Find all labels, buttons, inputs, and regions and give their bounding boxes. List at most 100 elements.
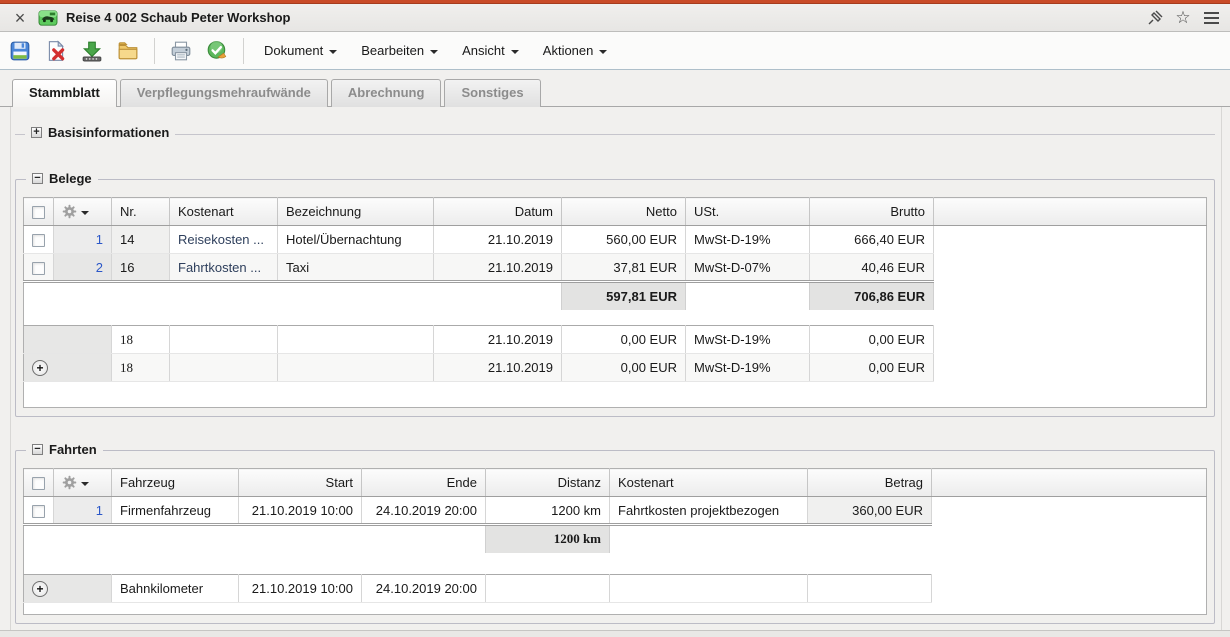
col-header-fahrzeug[interactable]: Fahrzeug <box>112 469 239 497</box>
menu-bearbeiten[interactable]: Bearbeiten <box>353 39 446 62</box>
validate-icon[interactable] <box>203 37 231 65</box>
new-entry-row: + Bahnkilometer 21.10.2019 10:00 24.10.2… <box>24 575 1207 603</box>
bottom-bar <box>0 630 1230 637</box>
menu-icon[interactable] <box>1202 9 1220 27</box>
new-entry-row: + 18 21.10.2019 0,00 EUR MwSt-D-19% 0,00… <box>24 354 1207 382</box>
cell-nr[interactable]: 18 <box>112 354 170 382</box>
col-header-ende[interactable]: Ende <box>362 469 486 497</box>
cell-kostenart[interactable]: Reisekosten ... <box>170 226 278 254</box>
cell-ende[interactable]: 24.10.2019 20:00 <box>362 575 486 603</box>
cell-kostenart[interactable]: Fahrtkosten projektbezogen <box>610 497 808 525</box>
cell-start[interactable]: 21.10.2019 10:00 <box>239 497 362 525</box>
folder-icon[interactable] <box>114 37 142 65</box>
belege-sum-row: 597,81 EUR 706,86 EUR <box>24 282 1207 310</box>
cell-brutto[interactable]: 0,00 EUR <box>810 326 934 354</box>
collapse-icon[interactable]: − <box>32 173 43 184</box>
tab-verpflegungsmehraufwaende[interactable]: Verpflegungsmehraufwände <box>120 79 328 107</box>
tab-bar: Stammblatt Verpflegungsmehraufwände Abre… <box>0 70 1230 107</box>
cell-brutto[interactable]: 40,46 EUR <box>810 254 934 282</box>
col-header-kostenart[interactable]: Kostenart <box>610 469 808 497</box>
tab-stammblatt[interactable]: Stammblatt <box>12 79 117 107</box>
cell-nr[interactable]: 18 <box>112 326 170 354</box>
row-number[interactable]: 2 <box>54 254 112 282</box>
row-number[interactable]: 1 <box>54 226 112 254</box>
fahrten-sum-row: 1200 km <box>24 525 1207 553</box>
panel-edge <box>10 107 11 630</box>
cell-betrag: 360,00 EUR <box>808 497 932 525</box>
save-icon[interactable] <box>6 37 34 65</box>
cell-netto[interactable]: 37,81 EUR <box>562 254 686 282</box>
expand-icon[interactable]: + <box>31 127 42 138</box>
cell-ende[interactable]: 24.10.2019 20:00 <box>362 497 486 525</box>
cell-bezeichnung[interactable]: Hotel/Übernachtung <box>278 226 434 254</box>
close-icon[interactable]: × <box>10 8 30 28</box>
import-icon[interactable] <box>78 37 106 65</box>
col-header-datum[interactable]: Datum <box>434 198 562 226</box>
cell-kostenart[interactable] <box>610 575 808 603</box>
content-area: + Basisinformationen − Belege <box>0 107 1230 637</box>
cell-kostenart[interactable] <box>170 326 278 354</box>
cell-ust[interactable]: MwSt-D-07% <box>686 254 810 282</box>
print-icon[interactable] <box>167 37 195 65</box>
star-icon[interactable]: ☆ <box>1174 9 1192 27</box>
cell-distanz[interactable] <box>486 575 610 603</box>
pin-icon[interactable] <box>1146 9 1164 27</box>
sum-netto: 597,81 EUR <box>562 282 686 310</box>
menu-dokument[interactable]: Dokument <box>256 39 345 62</box>
gear-icon[interactable] <box>62 204 103 219</box>
menu-aktionen[interactable]: Aktionen <box>535 39 616 62</box>
chevron-down-icon <box>599 50 607 54</box>
cell-datum[interactable]: 21.10.2019 <box>434 254 562 282</box>
cell-brutto[interactable]: 666,40 EUR <box>810 226 934 254</box>
col-header-betrag[interactable]: Betrag <box>808 469 932 497</box>
col-header-ust[interactable]: USt. <box>686 198 810 226</box>
col-header-netto[interactable]: Netto <box>562 198 686 226</box>
cell-datum[interactable]: 21.10.2019 <box>434 226 562 254</box>
cell-brutto[interactable]: 0,00 EUR <box>810 354 934 382</box>
cell-bezeichnung[interactable]: Taxi <box>278 254 434 282</box>
cell-datum[interactable]: 21.10.2019 <box>434 354 562 382</box>
cell-netto[interactable]: 560,00 EUR <box>562 226 686 254</box>
cell-datum[interactable]: 21.10.2019 <box>434 326 562 354</box>
row-checkbox[interactable] <box>32 262 45 275</box>
application-window: × Reise 4 002 Schaub Peter Workshop ☆ <box>0 0 1230 637</box>
select-all-checkbox[interactable] <box>32 477 45 490</box>
sum-distanz: 1200 km <box>486 525 610 553</box>
col-header-kostenart[interactable]: Kostenart <box>170 198 278 226</box>
add-row-icon[interactable]: + <box>32 581 48 597</box>
tab-abrechnung[interactable]: Abrechnung <box>331 79 442 107</box>
cell-kostenart[interactable] <box>170 354 278 382</box>
gear-icon[interactable] <box>62 475 103 490</box>
menu-ansicht[interactable]: Ansicht <box>454 39 527 62</box>
col-header-start[interactable]: Start <box>239 469 362 497</box>
cell-start[interactable]: 21.10.2019 10:00 <box>239 575 362 603</box>
cell-ust[interactable]: MwSt-D-19% <box>686 354 810 382</box>
cell-distanz[interactable]: 1200 km <box>486 497 610 525</box>
col-header-brutto[interactable]: Brutto <box>810 198 934 226</box>
cell-fahrzeug[interactable]: Firmenfahrzeug <box>112 497 239 525</box>
col-header-bezeichnung[interactable]: Bezeichnung <box>278 198 434 226</box>
cell-bezeichnung[interactable] <box>278 326 434 354</box>
cell-bezeichnung[interactable] <box>278 354 434 382</box>
cell-nr: 14 <box>112 226 170 254</box>
table-row: 2 16 Fahrtkosten ... Taxi 21.10.2019 37,… <box>24 254 1207 282</box>
toolbar: Dokument Bearbeiten Ansicht Aktionen <box>0 32 1230 70</box>
col-header-nr[interactable]: Nr. <box>112 198 170 226</box>
row-number[interactable]: 1 <box>54 497 112 525</box>
cell-netto[interactable]: 0,00 EUR <box>562 326 686 354</box>
col-header-distanz[interactable]: Distanz <box>486 469 610 497</box>
delete-document-icon[interactable] <box>42 37 70 65</box>
row-checkbox[interactable] <box>32 234 45 247</box>
cell-fahrzeug[interactable]: Bahnkilometer <box>112 575 239 603</box>
cell-netto[interactable]: 0,00 EUR <box>562 354 686 382</box>
add-row-icon[interactable]: + <box>32 360 48 376</box>
cell-ust[interactable]: MwSt-D-19% <box>686 326 810 354</box>
tab-sonstiges[interactable]: Sonstiges <box>444 79 540 107</box>
grid-settings-cell <box>54 198 112 226</box>
page-title: Reise 4 002 Schaub Peter Workshop <box>66 10 290 25</box>
select-all-checkbox[interactable] <box>32 206 45 219</box>
collapse-icon[interactable]: − <box>32 444 43 455</box>
row-checkbox[interactable] <box>32 505 45 518</box>
cell-kostenart[interactable]: Fahrtkosten ... <box>170 254 278 282</box>
cell-ust[interactable]: MwSt-D-19% <box>686 226 810 254</box>
